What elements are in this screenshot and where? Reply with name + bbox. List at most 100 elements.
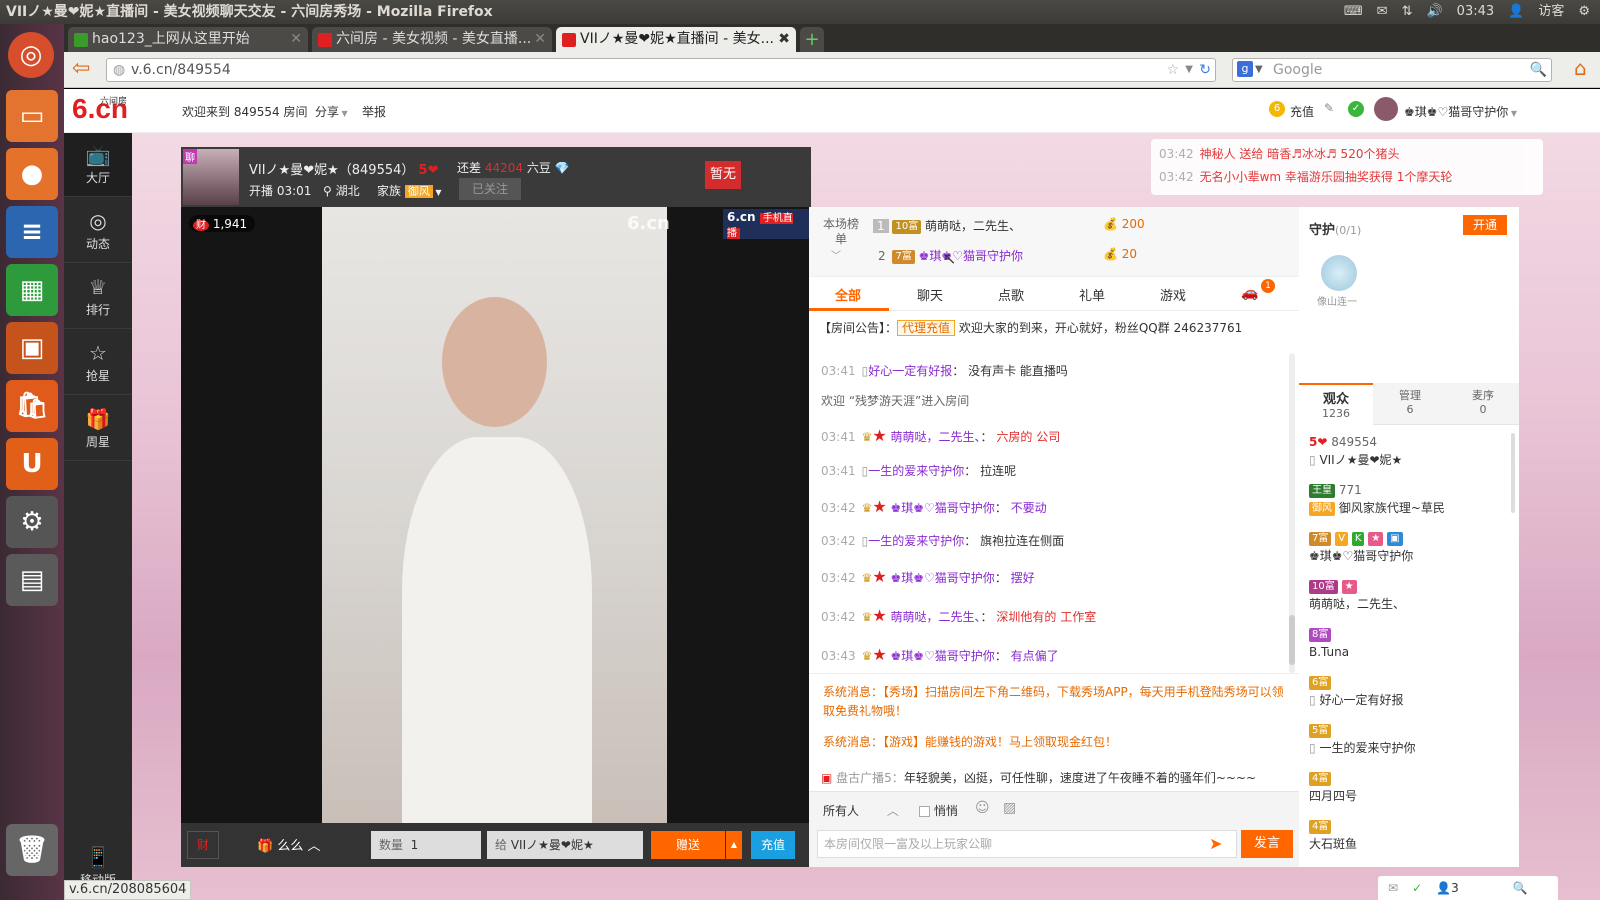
mouse-cursor-icon: ↖	[943, 249, 957, 268]
gift-selector[interactable]: 🎁 么么 ︿	[257, 835, 321, 854]
system-settings-icon[interactable]: ⚙	[6, 496, 58, 548]
rank-title[interactable]: 本场榜单	[823, 217, 859, 247]
home-icon[interactable]: ⌂	[1574, 56, 1587, 80]
user-name[interactable]: 访客	[1538, 0, 1564, 24]
video-player[interactable]: 财 1,941 6.cn 6.cn 手机直播	[181, 207, 809, 823]
mail-icon[interactable]: ✉	[1388, 881, 1398, 895]
avatar[interactable]	[1374, 97, 1398, 121]
calc-icon[interactable]: ▦	[6, 264, 58, 316]
volume-icon[interactable]: 🔊	[1426, 0, 1442, 24]
audience-item[interactable]: 5富 ▯ 一生的爱来守护你	[1309, 721, 1415, 757]
send-message-button[interactable]: 发言	[1241, 830, 1293, 858]
send-plane-icon[interactable]: ➤	[1209, 834, 1222, 853]
follow-button[interactable]: 已关注	[459, 178, 521, 200]
close-tab-icon[interactable]: ✕	[534, 27, 546, 52]
tab-6cn-home[interactable]: 六间房 - 美女视频 - 美女直播... ✕	[312, 27, 552, 52]
search-icon[interactable]: 🔍	[1530, 59, 1547, 81]
audience-item[interactable]: 4富 四月四号	[1309, 769, 1357, 805]
tab-games[interactable]: 游戏	[1160, 285, 1186, 304]
chat-input-area: 所有人 ︿ 悄悄 ☺ ▨ 本房间仅限一富及以上玩家公聊 ➤ 发言	[809, 791, 1299, 867]
send-gift-button[interactable]: 赠送	[651, 831, 725, 859]
open-guard-button[interactable]: 开通	[1463, 215, 1507, 235]
close-tab-icon[interactable]: ✕	[290, 27, 302, 52]
sidebar-item-hall[interactable]: 📺 大厅	[64, 133, 132, 197]
user-icon[interactable]: 👤3	[1436, 881, 1459, 895]
audience-item[interactable]: 4富 大石斑鱼	[1309, 817, 1357, 853]
trash-icon[interactable]: 🗑	[6, 824, 58, 876]
new-tab-button[interactable]: +	[800, 27, 824, 52]
ubuntu-home-icon[interactable]: ◎	[8, 32, 54, 78]
google-icon[interactable]: g	[1237, 61, 1253, 77]
image-icon[interactable]: ▨	[1003, 800, 1016, 816]
tab-live-room[interactable]: VIIノ★曼❤妮★直播间 - 美女... ✖	[556, 27, 796, 52]
chat-scrollbar[interactable]	[1289, 353, 1295, 673]
tab-managers[interactable]: 管理 6	[1373, 383, 1447, 425]
reload-icon[interactable]: ↻	[1199, 59, 1211, 81]
tab-chat[interactable]: 聊天	[917, 285, 943, 304]
private-checkbox[interactable]: 悄悄	[919, 802, 958, 819]
audience-item[interactable]: 10富 ★ 萌萌哒，二先生、	[1309, 577, 1405, 613]
recharge-button[interactable]: 充值	[751, 831, 795, 859]
audience-item[interactable]: 7富 V K ★ ▣ ♚琪♚♡猫哥守护你	[1309, 529, 1413, 565]
firefox-icon[interactable]: ●	[6, 148, 58, 200]
bookmark-star-icon[interactable]: ☆	[1166, 59, 1179, 81]
writer-icon[interactable]: ≡	[6, 206, 58, 258]
chevron-down-icon[interactable]: ▼	[1185, 59, 1193, 81]
share-link[interactable]: 分享 ▼	[315, 103, 348, 120]
workspace-switcher-icon[interactable]: ▤	[6, 554, 58, 606]
check-icon[interactable]: ✓	[1412, 881, 1422, 895]
guard-placeholder-icon[interactable]	[1321, 255, 1357, 291]
send-options-icon[interactable]: ▲	[726, 831, 742, 859]
chat-tag: 聊	[183, 149, 197, 164]
settings-gear-icon[interactable]: ⚙	[1578, 0, 1590, 24]
files-icon[interactable]: ▭	[6, 90, 58, 142]
chat-target-select[interactable]: 所有人 ︿	[823, 802, 899, 819]
chat-input[interactable]: 本房间仅限一富及以上玩家公聊	[817, 830, 1237, 858]
tab-all[interactable]: 全部	[835, 285, 861, 304]
sidebar-item-feed[interactable]: ◎ 动态	[64, 199, 132, 263]
zoom-icon[interactable]: 🔍	[1513, 881, 1528, 895]
audience-item[interactable]: 王皇 771 御风 御风家族代理~草民	[1309, 481, 1445, 517]
guard-placeholder-label: 像山连一	[1317, 297, 1357, 308]
software-center-icon[interactable]: 🛍	[6, 380, 58, 432]
report-link[interactable]: 举报	[362, 103, 386, 120]
audience-scrollbar[interactable]	[1511, 433, 1515, 513]
tab-gifts[interactable]: 礼单	[1079, 285, 1105, 304]
keyboard-icon[interactable]: ⌨	[1344, 0, 1363, 24]
wealth-button[interactable]: 财	[187, 831, 219, 859]
tab-mic-queue[interactable]: 麦序 0	[1447, 383, 1519, 425]
audience-item[interactable]: 8富 B.Tuna	[1309, 625, 1349, 661]
search-input[interactable]: g ▼ Google 🔍	[1232, 58, 1552, 82]
impress-icon[interactable]: ▣	[6, 322, 58, 374]
car-icon[interactable]: 🚗	[1241, 285, 1258, 301]
flag-badge: 暂无	[705, 161, 741, 189]
mail-icon[interactable]: ✉	[1377, 0, 1388, 24]
audience-item[interactable]: 5❤ 849554 ▯ VIIノ★曼❤妮★	[1309, 433, 1402, 469]
network-icon[interactable]: ⇅	[1402, 0, 1413, 24]
sidebar-item-weekly-star[interactable]: 🎁 周星	[64, 397, 132, 461]
chevron-down-icon[interactable]: ﹀	[831, 247, 841, 262]
sidebar-item-rank[interactable]: ♕ 排行	[64, 265, 132, 329]
edit-icon[interactable]: ✎	[1324, 101, 1334, 115]
chat-message: 03:42 ♛★ ♚琪♚♡猫哥守护你： 摆好	[821, 567, 1035, 586]
tab-songs[interactable]: 点歌	[998, 285, 1024, 304]
audience-item[interactable]: 6富 ▯ 好心一定有好报	[1309, 673, 1403, 709]
tab-hao123[interactable]: hao123_上网从这里开始 ✕	[68, 27, 308, 52]
ubuntu-one-icon[interactable]: U	[6, 438, 58, 490]
guard-title: 守护(0/1)	[1309, 223, 1362, 238]
check-icon[interactable]: ✓	[1348, 101, 1364, 117]
back-arrow-icon[interactable]: ⇦	[72, 56, 90, 81]
tab-audience[interactable]: 观众 1236	[1299, 383, 1373, 425]
url-bar[interactable]: ◍ v.6.cn/849554 ☆ ▼ ↻	[106, 58, 1216, 82]
family[interactable]: 家族 御风 ▼	[377, 182, 442, 199]
user-menu[interactable]: ♚琪♚♡猫哥守护你 ▼	[1404, 103, 1517, 120]
emoji-icon[interactable]: ☺	[975, 800, 990, 816]
recipient-select[interactable]: 给 VIIノ★曼❤妮★	[487, 831, 643, 859]
sidebar-item-grab-star[interactable]: ☆ 抢星	[64, 331, 132, 395]
quantity-input[interactable]: 数量 1	[371, 831, 481, 859]
close-tab-icon[interactable]: ✖	[778, 27, 790, 52]
agent-recharge-tag[interactable]: 代理充值	[897, 320, 956, 336]
chevron-down-icon[interactable]: ▼	[1255, 59, 1263, 81]
recharge-link[interactable]: 充值	[1290, 103, 1314, 120]
clock[interactable]: 03:43	[1457, 0, 1494, 24]
